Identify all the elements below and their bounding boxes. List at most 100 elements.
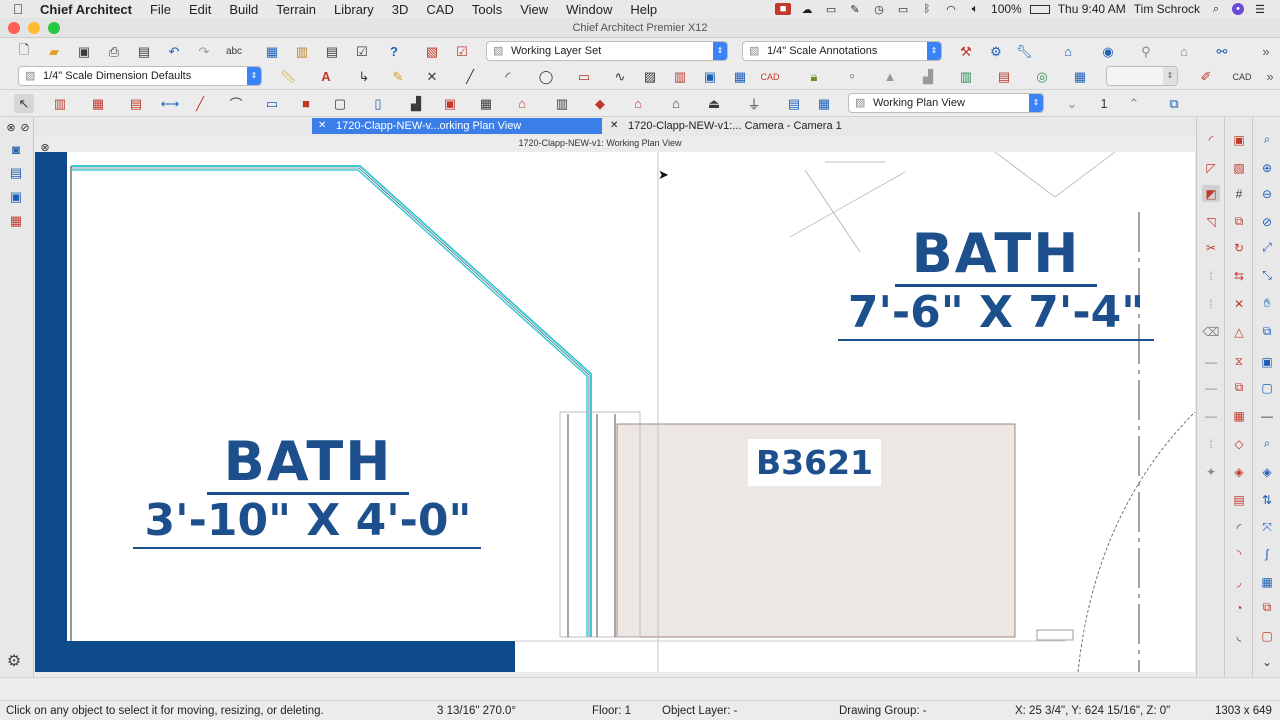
library-icon[interactable]: ▥ — [292, 42, 312, 61]
menu-terrain[interactable]: Terrain — [267, 2, 325, 17]
horizontal-scroll-area[interactable] — [0, 677, 1280, 699]
scroll-down-icon[interactable]: ⌄ — [1258, 653, 1276, 670]
reflect-icon[interactable]: ⧖ — [1230, 353, 1248, 370]
break-line-icon[interactable]: ◩ — [1202, 185, 1220, 202]
walkthrough-icon[interactable]: ⚲ — [1136, 42, 1156, 61]
siri-icon[interactable]: • — [1232, 3, 1244, 15]
layer-check-icon[interactable]: ☑ — [452, 42, 472, 61]
rotate-icon[interactable]: ↻ — [1230, 239, 1248, 256]
arc-edit-icon[interactable]: ◜ — [1230, 519, 1248, 536]
camera-view-icon[interactable]: ◙ — [7, 141, 25, 157]
cabinet-icon[interactable]: ▤ — [126, 94, 146, 113]
detail-icon[interactable]: ▥ — [670, 67, 690, 86]
wall-bottom[interactable] — [67, 641, 515, 672]
wrench-icon[interactable]: 🔧︎ — [1014, 42, 1034, 61]
line-icon[interactable]: — — [1202, 353, 1220, 370]
edit-icon[interactable]: ✎ — [847, 3, 863, 16]
column-icon[interactable]: ▥ — [552, 94, 572, 113]
wall-icon[interactable]: ▥ — [50, 94, 70, 113]
curve-icon[interactable]: ∫ — [1258, 545, 1276, 562]
overview-icon[interactable]: ▣ — [7, 189, 25, 205]
checklist-icon[interactable]: ☑ — [352, 42, 372, 61]
paint-icon[interactable]: ✐ — [1196, 67, 1216, 86]
fill-window-icon[interactable]: ⤢ — [1258, 239, 1276, 256]
box-tool-icon[interactable]: ▭ — [574, 67, 594, 86]
cabinet-base-icon[interactable]: ■ — [296, 94, 316, 113]
search-doc-icon[interactable]: ⌕ — [1258, 435, 1276, 452]
mirror-icon[interactable]: △ — [1230, 323, 1248, 340]
plumbing-icon[interactable]: ⏚ — [744, 94, 764, 113]
time-machine-icon[interactable]: ◷ — [871, 3, 887, 16]
arrange-icon[interactable]: ◈ — [1258, 463, 1276, 480]
trim-icon[interactable]: ✂ — [1202, 239, 1220, 256]
menubar-clock[interactable]: Thu 9:40 AM — [1058, 2, 1126, 16]
3d-view-icon[interactable]: ▤ — [7, 165, 25, 181]
fixture-icon[interactable]: ▯ — [368, 94, 388, 113]
room-label-bath-1[interactable]: BATH 3'-10" X 4'-0" — [133, 432, 483, 549]
picture-icon[interactable]: ▣ — [700, 67, 720, 86]
layout-icon[interactable]: ▦ — [814, 94, 834, 113]
3d-house-icon[interactable]: ⌂ — [1058, 42, 1078, 61]
schedule-icon[interactable]: ▤ — [322, 42, 342, 61]
plan-drawing-canvas[interactable]: BATH 3'-10" X 4'-0" BATH 7'-6" X 7'-4" B… — [35, 152, 1195, 672]
shelf-icon[interactable]: ▦ — [476, 94, 496, 113]
edit-object-icon[interactable]: ▧ — [1230, 159, 1248, 176]
bluetooth-icon[interactable]: ᛒ — [919, 3, 935, 15]
deck-icon[interactable]: ⏏ — [704, 94, 724, 113]
join-icon[interactable]: ⁞ — [1202, 267, 1220, 284]
pan-icon[interactable]: ✋︎ — [1258, 295, 1276, 312]
line-icon[interactable]: — — [1202, 379, 1220, 396]
zoom-in-icon[interactable]: ⊕ — [1258, 159, 1276, 176]
menu-cad[interactable]: CAD — [417, 2, 462, 17]
menu-help[interactable]: Help — [621, 2, 666, 17]
camera-icon[interactable]: ◉ — [1098, 42, 1118, 61]
defaults-icon[interactable]: ⚒ — [956, 42, 976, 61]
open-object-icon[interactable]: ▣ — [1230, 131, 1248, 148]
line-icon[interactable]: — — [1202, 407, 1220, 424]
room-icon[interactable]: ▦ — [88, 94, 108, 113]
close-window-button[interactable] — [8, 22, 20, 34]
print-preview-icon[interactable]: ▤ — [134, 42, 154, 61]
screen-icon[interactable]: ▭ — [823, 3, 839, 16]
join-panel-icon[interactable]: ⤧ — [1258, 519, 1276, 536]
grid-snap-icon[interactable]: # — [1230, 185, 1248, 202]
grid-icon[interactable]: ▦ — [1070, 67, 1090, 86]
point-to-point-icon[interactable]: ◇ — [1230, 435, 1248, 452]
terrain-icon[interactable]: ◎ — [1032, 67, 1052, 86]
save-icon[interactable]: ▣ — [74, 42, 94, 61]
lock-icon[interactable]: 🔒︎ — [804, 67, 824, 86]
record-icon[interactable]: ■ — [775, 3, 792, 15]
tab-working-plan-view[interactable]: ✕ 1720-Clapp-NEW-v...orking Plan View — [312, 118, 602, 134]
zoom-icon[interactable]: ⌕ — [1258, 131, 1276, 148]
wifi-icon[interactable]: ◠ — [943, 3, 959, 16]
slab-icon[interactable]: ◆ — [590, 94, 610, 113]
magic-icon[interactable]: ✦ — [1202, 463, 1220, 480]
floor-down-icon[interactable]: ⌄ — [1062, 94, 1082, 113]
arc-edit-2-icon[interactable]: ◝ — [1230, 545, 1248, 562]
redo-icon[interactable]: ↷ — [194, 42, 214, 61]
dimension-icon[interactable]: ⟷ — [160, 94, 180, 113]
elevation-icon[interactable]: ⌂ — [1174, 42, 1194, 61]
new-plan-icon[interactable]: 🗋 — [14, 42, 34, 61]
menu-tools[interactable]: Tools — [463, 2, 511, 17]
close-tab-icon[interactable]: ✕ — [610, 118, 618, 134]
lock-panel-icon[interactable]: ▣ — [1258, 353, 1276, 370]
annotation-set-select[interactable]: ▧ 1/4" Scale Annotations ⇕ — [742, 41, 942, 61]
break-icon[interactable]: ◔ — [1230, 599, 1248, 616]
align-panel-icon[interactable]: ⇅ — [1258, 491, 1276, 508]
fence-icon[interactable]: ▤ — [994, 67, 1014, 86]
arc-edit-3-icon[interactable]: ◞ — [1230, 573, 1248, 590]
arc-edit-4-icon[interactable]: ◟ — [1230, 627, 1248, 644]
reverse-icon[interactable]: ⇆ — [1230, 267, 1248, 284]
layer-panel-icon[interactable]: ▢ — [1258, 627, 1276, 644]
arc-tool-icon[interactable]: ◜ — [498, 67, 518, 86]
roof-plane-icon[interactable]: ⌂ — [628, 94, 648, 113]
multi-copy-icon[interactable]: ▦ — [1230, 407, 1248, 424]
window-icon[interactable]: ▭ — [262, 94, 282, 113]
menu-edit[interactable]: Edit — [180, 2, 220, 17]
note-icon[interactable]: ▤ — [784, 94, 804, 113]
delete-icon[interactable]: ✕ — [1230, 295, 1248, 312]
markup-icon[interactable]: ✎ — [388, 67, 408, 86]
transform-icon[interactable]: ◈ — [1230, 463, 1248, 480]
help-icon[interactable]: ? — [384, 42, 404, 61]
